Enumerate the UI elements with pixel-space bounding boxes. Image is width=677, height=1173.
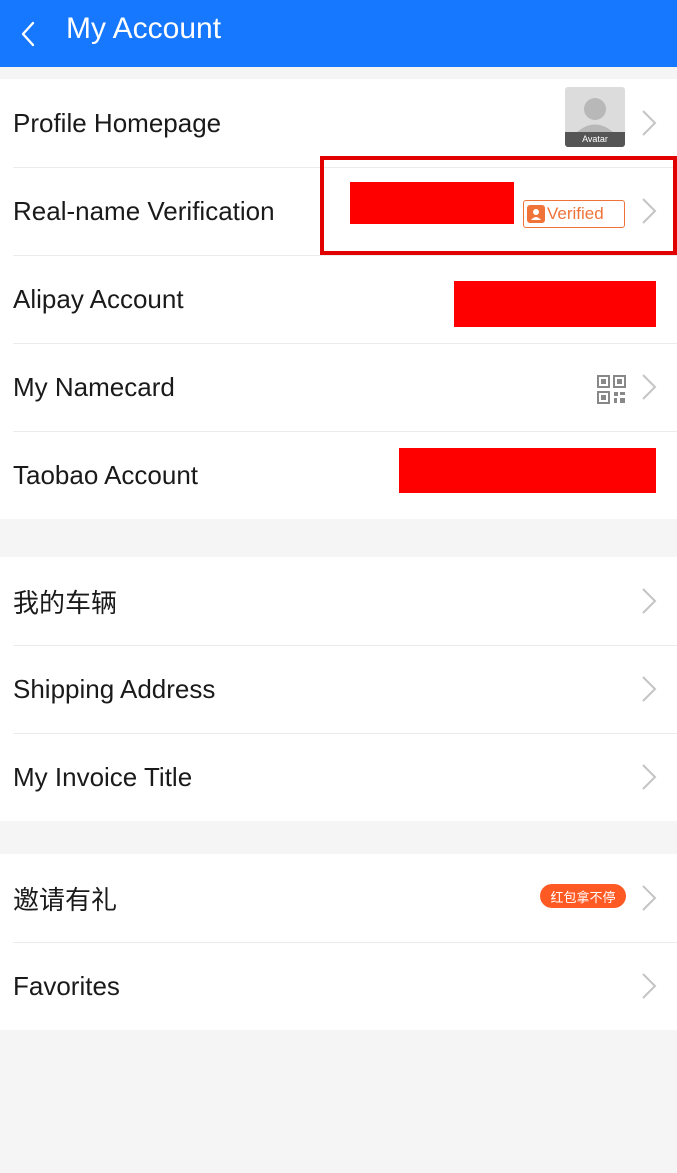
invite-section: 邀请有礼 Favorites [0, 854, 677, 1030]
redaction-block [350, 182, 514, 224]
qr-code-icon [597, 375, 626, 404]
chevron-left-icon [21, 21, 35, 46]
chevron-right-icon [641, 587, 657, 615]
row-label: My Namecard [13, 371, 175, 402]
row-my-invoice-title[interactable]: My Invoice Title [0, 733, 677, 821]
row-my-vehicle[interactable]: 我的车辆 [0, 557, 677, 645]
row-profile-homepage[interactable]: Profile Homepage Avatar [0, 79, 677, 167]
row-label: Shipping Address [13, 673, 216, 704]
page-title: My Account [66, 11, 222, 45]
chevron-right-icon [641, 884, 657, 912]
row-label: 邀请有礼 [13, 884, 118, 915]
redaction-block [454, 281, 656, 327]
vehicle-section: 我的车辆 Shipping Address My Invoice Title [0, 557, 677, 821]
chevron-right-icon [641, 109, 657, 137]
chevron-right-icon [641, 972, 657, 1000]
redaction-block [399, 448, 656, 493]
avatar: Avatar [565, 87, 625, 147]
row-label: Alipay Account [13, 283, 184, 314]
chevron-right-icon [641, 675, 657, 703]
row-favorites[interactable]: Favorites [0, 942, 677, 1030]
promo-badge: 红包拿不停 [540, 884, 626, 908]
header-bar: My Account [0, 0, 677, 67]
verified-badge: Verified [523, 200, 625, 228]
row-label: Favorites [13, 970, 120, 1001]
row-label: 我的车辆 [13, 587, 118, 618]
back-button[interactable] [0, 0, 58, 67]
row-label: Real-name Verification [13, 195, 275, 226]
row-my-namecard[interactable]: My Namecard [0, 343, 677, 431]
row-shipping-address[interactable]: Shipping Address [0, 645, 677, 733]
chevron-right-icon [641, 763, 657, 791]
row-label: Taobao Account [13, 459, 199, 490]
chevron-right-icon [641, 373, 657, 401]
avatar-label: Avatar [565, 132, 625, 147]
verified-text: Verified [547, 204, 604, 223]
row-label: My Invoice Title [13, 761, 193, 792]
verified-person-icon [527, 205, 545, 223]
row-label: Profile Homepage [13, 107, 222, 138]
